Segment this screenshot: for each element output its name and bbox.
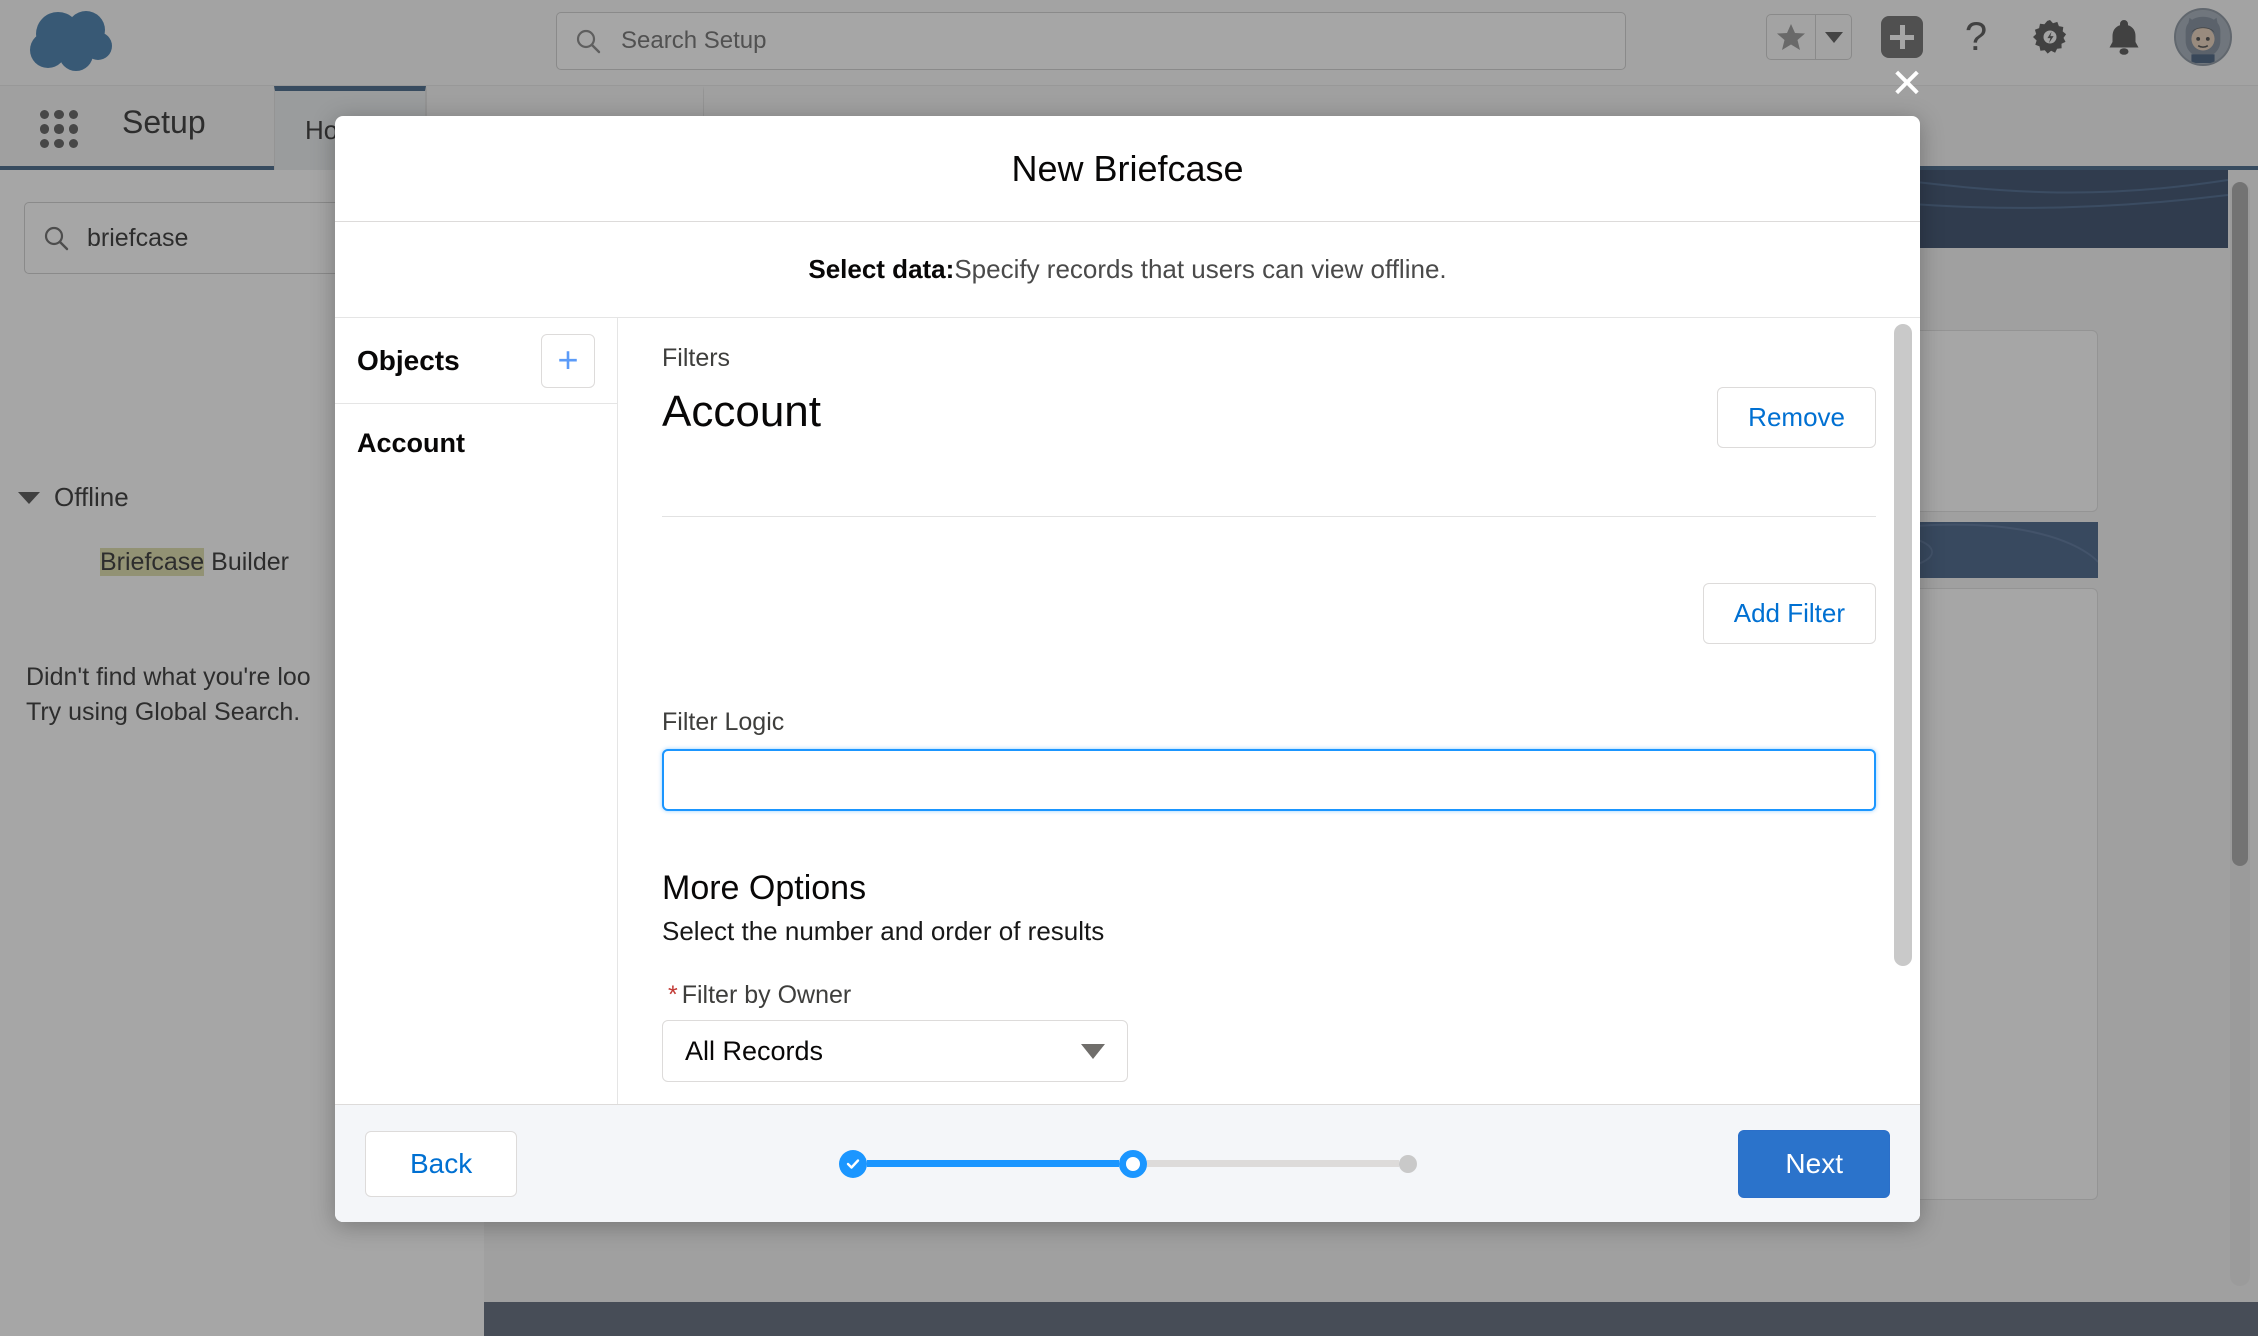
new-briefcase-modal: New Briefcase Select data: Specify recor… bbox=[335, 116, 1920, 1222]
step-line-complete bbox=[867, 1160, 1119, 1167]
modal-subtitle-rest: Specify records that users can view offl… bbox=[954, 254, 1446, 285]
step-indicator-complete[interactable] bbox=[839, 1150, 867, 1178]
filter-logic-label: Filter Logic bbox=[662, 708, 1876, 737]
required-asterisk: * bbox=[668, 981, 678, 1009]
more-options-title: More Options bbox=[662, 869, 1876, 908]
filter-object-name: Account bbox=[662, 387, 821, 437]
filters-pane: Filters Account Remove Add Filter Filter… bbox=[618, 318, 1920, 1104]
filters-label: Filters bbox=[662, 344, 1876, 373]
chevron-down-icon bbox=[1081, 1044, 1105, 1059]
object-list-item-account[interactable]: Account bbox=[335, 404, 617, 483]
modal-subtitle-strong: Select data: bbox=[808, 254, 954, 285]
step-indicator-current[interactable] bbox=[1119, 1150, 1147, 1178]
step-line-todo bbox=[1147, 1160, 1399, 1167]
page-title: New Briefcase bbox=[1011, 148, 1243, 190]
back-button[interactable]: Back bbox=[365, 1131, 517, 1197]
close-icon[interactable]: ✕ bbox=[1885, 62, 1929, 106]
step-indicator-todo[interactable] bbox=[1399, 1155, 1417, 1173]
modal-subtitle: Select data: Specify records that users … bbox=[335, 222, 1920, 318]
add-filter-row: Add Filter bbox=[662, 583, 1876, 644]
filter-by-owner-value: All Records bbox=[685, 1036, 823, 1067]
remove-button[interactable]: Remove bbox=[1717, 387, 1876, 448]
modal-footer: Back Next bbox=[335, 1104, 1920, 1222]
add-object-button[interactable]: + bbox=[541, 334, 595, 388]
modal-header: New Briefcase bbox=[335, 116, 1920, 222]
modal-scrollbar-thumb[interactable] bbox=[1894, 324, 1912, 966]
more-options-subtitle: Select the number and order of results bbox=[662, 916, 1876, 947]
objects-pane: Objects + Account bbox=[335, 318, 618, 1104]
filter-object-row: Account Remove bbox=[662, 387, 1876, 448]
next-button[interactable]: Next bbox=[1738, 1130, 1890, 1198]
objects-heading: Objects bbox=[357, 345, 460, 377]
check-icon bbox=[845, 1156, 861, 1172]
filter-by-owner-select[interactable]: All Records bbox=[662, 1020, 1128, 1082]
add-filter-button[interactable]: Add Filter bbox=[1703, 583, 1876, 644]
modal-scrollbar[interactable] bbox=[1894, 324, 1912, 1098]
objects-header: Objects + bbox=[335, 318, 617, 404]
divider bbox=[662, 516, 1876, 517]
filter-logic-input[interactable] bbox=[662, 749, 1876, 811]
filter-by-owner-label-text: Filter by Owner bbox=[682, 981, 851, 1009]
modal-body: Objects + Account Filters Account Remove… bbox=[335, 318, 1920, 1104]
plus-icon: + bbox=[557, 339, 578, 380]
progress-stepper bbox=[839, 1150, 1417, 1178]
filter-by-owner-label: *Filter by Owner bbox=[662, 981, 1876, 1010]
